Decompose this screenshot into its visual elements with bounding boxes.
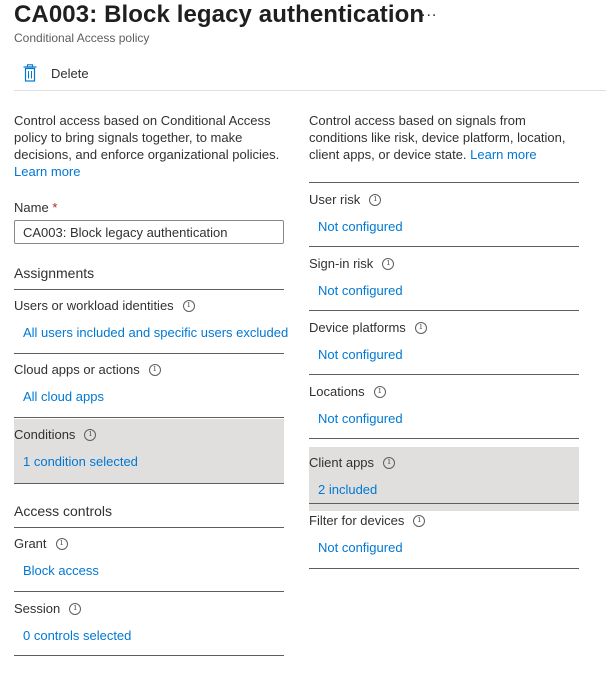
info-icon: i xyxy=(373,385,386,398)
sign-in-risk-item[interactable]: Sign-in risk i Not configured xyxy=(309,248,579,312)
delete-label: Delete xyxy=(51,65,89,81)
info-icon: i xyxy=(69,602,82,615)
divider xyxy=(309,246,579,247)
conditions-label: Conditions i xyxy=(14,427,97,442)
delete-button[interactable]: Delete xyxy=(14,60,89,86)
divider xyxy=(309,182,579,183)
cloud-apps-item[interactable]: Cloud apps or actions i All cloud apps xyxy=(14,354,284,418)
session-value-link[interactable]: 0 controls selected xyxy=(23,628,131,643)
cloud-apps-label: Cloud apps or actions i xyxy=(14,362,161,377)
grant-label-text: Grant xyxy=(14,536,47,551)
locations-value-link[interactable]: Not configured xyxy=(318,411,403,426)
grant-item[interactable]: Grant i Block access xyxy=(14,528,284,592)
divider xyxy=(14,483,284,484)
page-title: CA003: Block legacy authentication xyxy=(14,1,425,28)
divider xyxy=(309,438,579,439)
session-item[interactable]: Session i 0 controls selected xyxy=(14,593,284,657)
device-platforms-value-link[interactable]: Not configured xyxy=(318,347,403,362)
divider xyxy=(14,417,284,418)
locations-item[interactable]: Locations i Not configured xyxy=(309,376,579,440)
sign-in-risk-label: Sign-in risk i xyxy=(309,256,395,271)
info-icon: i xyxy=(369,193,382,206)
info-icon: i xyxy=(414,321,427,334)
client-apps-label-text: Client apps xyxy=(309,455,375,470)
assignments-heading: Assignments xyxy=(14,265,95,281)
trash-icon xyxy=(23,64,37,82)
divider xyxy=(309,503,579,504)
sign-in-risk-label-text: Sign-in risk xyxy=(309,256,374,271)
user-risk-label-text: User risk xyxy=(309,192,361,207)
session-label-text: Session xyxy=(14,601,61,616)
divider xyxy=(309,374,579,375)
info-icon: i xyxy=(182,299,195,312)
filter-for-devices-label-text: Filter for devices xyxy=(309,513,405,528)
grant-label: Grant i xyxy=(14,536,68,551)
required-mark: * xyxy=(52,200,58,215)
cloud-apps-label-text: Cloud apps or actions xyxy=(14,362,140,377)
policy-description: Control access based on Conditional Acce… xyxy=(14,112,289,180)
users-value-link[interactable]: All users included and specific users ex… xyxy=(23,325,288,340)
divider xyxy=(14,655,284,656)
info-icon: i xyxy=(382,257,395,270)
filter-for-devices-value-link[interactable]: Not configured xyxy=(318,540,403,555)
conditions-value-link[interactable]: 1 condition selected xyxy=(23,454,138,469)
device-platforms-label: Device platforms i xyxy=(309,320,427,335)
user-risk-value-link[interactable]: Not configured xyxy=(318,219,403,234)
toolbar-divider xyxy=(14,90,606,91)
divider xyxy=(309,310,579,311)
client-apps-value-link[interactable]: 2 included xyxy=(318,482,377,497)
more-options-button[interactable]: ... xyxy=(421,3,437,21)
info-icon: i xyxy=(55,537,68,550)
client-apps-item[interactable]: Client apps i 2 included xyxy=(309,447,579,511)
grant-value-link[interactable]: Block access xyxy=(23,563,99,578)
learn-more-link[interactable]: Learn more xyxy=(470,147,536,162)
locations-label-text: Locations xyxy=(309,384,365,399)
conditions-item[interactable]: Conditions i 1 condition selected xyxy=(14,419,284,483)
conditions-label-text: Conditions xyxy=(14,427,76,442)
device-platforms-item[interactable]: Device platforms i Not configured xyxy=(309,312,579,376)
user-risk-label: User risk i xyxy=(309,192,382,207)
filter-for-devices-item[interactable]: Filter for devices i Not configured xyxy=(309,505,579,569)
name-label: Name * xyxy=(14,200,57,215)
filter-for-devices-label: Filter for devices i xyxy=(309,513,426,528)
users-label: Users or workload identities i xyxy=(14,298,195,313)
device-platforms-label-text: Device platforms xyxy=(309,320,406,335)
users-label-text: Users or workload identities xyxy=(14,298,174,313)
info-icon: i xyxy=(148,363,161,376)
info-icon: i xyxy=(84,428,97,441)
divider xyxy=(309,568,579,569)
policy-description-text: Control access based on Conditional Acce… xyxy=(14,113,280,162)
users-or-workload-identities-item[interactable]: Users or workload identities i All users… xyxy=(14,290,288,354)
locations-label: Locations i xyxy=(309,384,386,399)
name-label-text: Name xyxy=(14,200,49,215)
info-icon: i xyxy=(413,514,426,527)
user-risk-item[interactable]: User risk i Not configured xyxy=(309,184,579,248)
conditions-description: Control access based on signals from con… xyxy=(309,112,579,163)
page-subtitle: Conditional Access policy xyxy=(14,31,150,45)
session-label: Session i xyxy=(14,601,82,616)
info-icon: i xyxy=(383,456,396,469)
sign-in-risk-value-link[interactable]: Not configured xyxy=(318,283,403,298)
policy-name-input[interactable] xyxy=(14,220,284,244)
divider xyxy=(14,591,284,592)
client-apps-label: Client apps i xyxy=(309,455,396,470)
learn-more-link[interactable]: Learn more xyxy=(14,164,80,179)
access-controls-heading: Access controls xyxy=(14,503,113,519)
cloud-apps-value-link[interactable]: All cloud apps xyxy=(23,389,104,404)
page-title-row: CA003: Block legacy authentication xyxy=(14,0,424,30)
